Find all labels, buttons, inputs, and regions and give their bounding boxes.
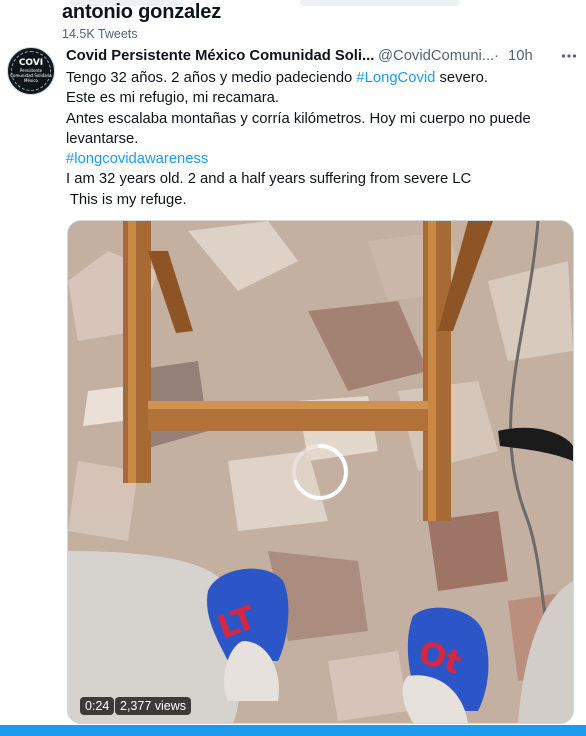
twitter-page: antonio gonzalez 14.5K Tweets COVI Persi… <box>0 0 586 736</box>
tweet-line: #longcovidawareness <box>66 149 581 169</box>
tweet-line: I am 32 years old. 2 and a half years su… <box>66 171 472 188</box>
profile-name: antonio gonzalez <box>62 1 222 23</box>
tweet-count: 14.5K Tweets <box>62 27 138 41</box>
bottom-bar <box>0 725 586 736</box>
faded-top-text <box>300 0 460 6</box>
hashtag-longcovidawareness[interactable]: #longcovidawareness <box>66 151 208 167</box>
avatar-logo-main: COVI <box>18 58 44 68</box>
video-player[interactable]: LT Ot 0:24 2,377 views <box>67 220 574 724</box>
loading-spinner-icon <box>290 442 350 507</box>
author-name[interactable]: Covid Persistente México Comunidad Soli.… <box>66 48 374 64</box>
tweet-text-segment: Tengo 32 años. 2 años y medio padeciendo <box>66 70 357 86</box>
tweet-text-segment: severo. <box>435 70 489 86</box>
tweet-line: Este es mi refugio, mi recamara. <box>66 90 279 107</box>
video-duration: 0:24 <box>80 697 115 715</box>
hashtag-longcovid[interactable]: #LongCovid <box>356 70 435 86</box>
tweet-line: Tengo 32 años. 2 años y medio padeciendo… <box>66 68 581 88</box>
tweet-text: Tengo 32 años. 2 años y medio padeciendo… <box>66 68 581 210</box>
tweet-author-row: Covid Persistente México Comunidad Soli.… <box>66 48 581 68</box>
tweet-line: This is my refuge. <box>66 191 187 208</box>
author-handle[interactable]: @CovidComuni... <box>378 48 494 64</box>
tweet-line: levantarse. <box>66 130 139 147</box>
more-horizontal-icon[interactable] <box>558 45 580 67</box>
video-views: 2,377 views <box>115 697 192 715</box>
avatar-logo: COVI Persistente Comunidad Solidaria Méx… <box>8 58 54 84</box>
profile-header: antonio gonzalez 14.5K Tweets <box>0 0 586 44</box>
avatar-logo-sub: Persistente Comunidad Solidaria México <box>10 68 52 83</box>
separator-dot: · <box>494 48 499 64</box>
author-avatar[interactable]: COVI Persistente Comunidad Solidaria Méx… <box>7 47 55 95</box>
tweet-timestamp[interactable]: 10h <box>508 48 533 64</box>
tweet-line: Antes escalaba montañas y corría kilómet… <box>66 110 531 127</box>
